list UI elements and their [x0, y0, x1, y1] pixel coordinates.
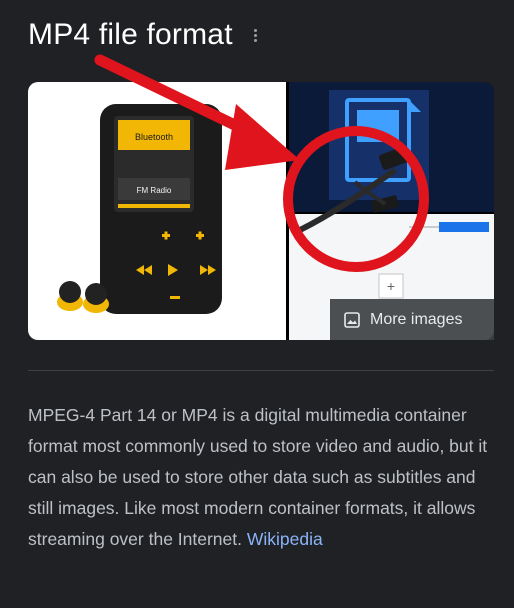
- divider: [28, 370, 494, 371]
- player-screen-top: Bluetooth: [135, 132, 173, 142]
- more-images-button[interactable]: More images: [330, 299, 494, 340]
- wikipedia-link[interactable]: Wikipedia: [247, 529, 323, 549]
- mp4-player-illustration: Bluetooth FM Radio: [57, 104, 222, 314]
- description: MPEG-4 Part 14 or MP4 is a digital multi…: [28, 400, 498, 555]
- knowledge-panel: MP4 file format Bluetooth FM Radio + Mor…: [0, 0, 514, 608]
- mp4-player-image[interactable]: Bluetooth FM Radio: [28, 82, 286, 340]
- file-icon-image[interactable]: [289, 82, 494, 212]
- more-images-label: More images: [370, 310, 463, 328]
- player-screen-mid: FM Radio: [137, 186, 172, 195]
- image-icon: [344, 311, 360, 328]
- svg-text:+: +: [387, 278, 395, 294]
- more-vert-icon[interactable]: [249, 24, 263, 46]
- file-icon-illustration: [329, 90, 429, 200]
- description-text: MPEG-4 Part 14 or MP4 is a digital multi…: [28, 405, 488, 549]
- title-row: MP4 file format: [28, 18, 263, 52]
- panel-title: MP4 file format: [28, 18, 233, 51]
